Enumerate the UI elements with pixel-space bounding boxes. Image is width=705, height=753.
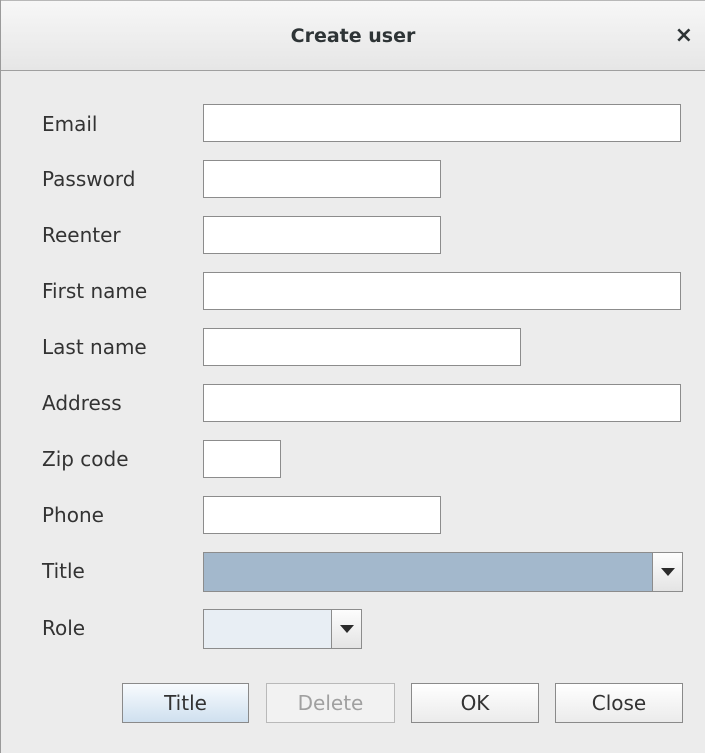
reenter-password-field[interactable] bbox=[203, 216, 441, 254]
email-label: Email bbox=[42, 112, 98, 136]
title-bar: Create user × bbox=[1, 0, 705, 71]
chevron-down-icon[interactable] bbox=[331, 610, 361, 648]
password-field[interactable] bbox=[203, 160, 441, 198]
last-name-field[interactable] bbox=[203, 328, 521, 366]
address-label: Address bbox=[42, 391, 122, 415]
close-button[interactable]: Close bbox=[555, 683, 683, 723]
create-user-dialog: Create user × Email Password Reenter Fir… bbox=[0, 0, 705, 753]
dialog-title: Create user bbox=[290, 25, 416, 47]
role-label: Role bbox=[42, 616, 86, 640]
role-select[interactable] bbox=[203, 609, 362, 649]
reenter-label: Reenter bbox=[42, 223, 121, 247]
ok-button[interactable]: OK bbox=[411, 683, 539, 723]
password-label: Password bbox=[42, 167, 136, 191]
chevron-down-icon[interactable] bbox=[652, 553, 682, 591]
title-select[interactable] bbox=[203, 552, 683, 592]
title-button[interactable]: Title bbox=[122, 683, 249, 723]
zip-code-field[interactable] bbox=[203, 440, 281, 478]
phone-label: Phone bbox=[42, 503, 104, 527]
zip-code-label: Zip code bbox=[42, 447, 129, 471]
first-name-label: First name bbox=[42, 279, 148, 303]
close-icon[interactable]: × bbox=[675, 1, 693, 71]
email-field[interactable] bbox=[203, 104, 681, 142]
first-name-field[interactable] bbox=[203, 272, 681, 310]
address-field[interactable] bbox=[203, 384, 681, 422]
title-select-value bbox=[204, 553, 652, 591]
role-select-value bbox=[204, 610, 331, 648]
delete-button[interactable]: Delete bbox=[266, 683, 395, 723]
phone-field[interactable] bbox=[203, 496, 441, 534]
title-label: Title bbox=[42, 559, 85, 583]
last-name-label: Last name bbox=[42, 335, 147, 359]
